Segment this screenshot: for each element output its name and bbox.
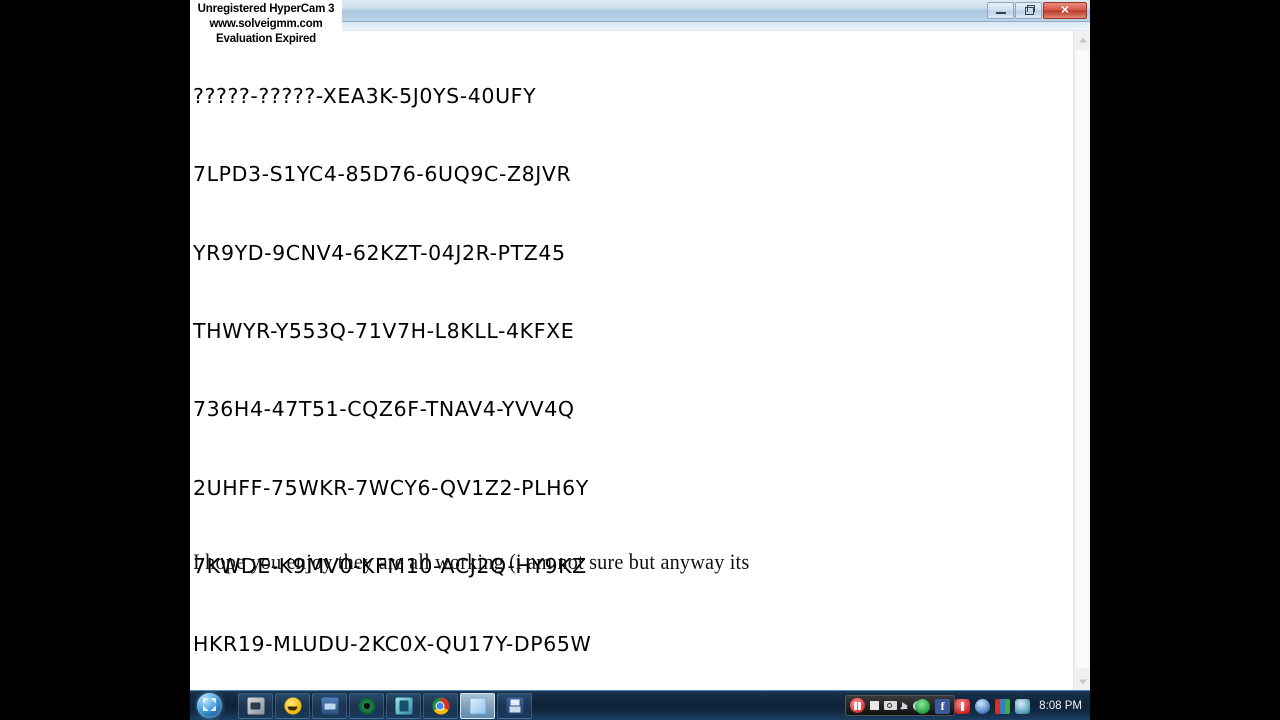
restore-button[interactable] — [1015, 2, 1042, 19]
watermark-line-3: Evaluation Expired — [216, 33, 316, 45]
pause-recording-button[interactable] — [850, 698, 865, 713]
taskbar-item-save-app[interactable] — [497, 693, 532, 719]
blue-window-icon — [321, 697, 338, 715]
product-key-list: ?????-?????-XEA3K-5J0YS-40UFY 7LPD3-S1YC… — [193, 31, 596, 690]
stop-recording-button[interactable] — [870, 701, 879, 710]
windows-orb-icon — [197, 693, 222, 718]
start-button[interactable] — [193, 690, 233, 720]
system-tray: f 8:08 PM — [900, 691, 1084, 720]
teal-tray-icon[interactable] — [1015, 698, 1031, 714]
chevron-down-icon — [1078, 679, 1087, 684]
minimize-icon — [996, 12, 1006, 14]
green-app-icon — [395, 697, 412, 715]
watermark-line-1: Unregistered HyperCam 3 — [197, 3, 335, 15]
document-text: ?????-?????-XEA3K-5J0YS-40UFY 7LPD3-S1YC… — [193, 31, 1061, 690]
antivirus-icon[interactable] — [955, 698, 971, 714]
key-line: 736H4-47T51-CQZ6F-TNAV4-YVV4Q — [193, 397, 575, 422]
taskbar-item-disc-app[interactable] — [349, 693, 384, 719]
taskbar-item-messenger[interactable] — [275, 693, 310, 719]
taskbar-item-media-player[interactable] — [238, 693, 273, 719]
messenger-tray-icon[interactable] — [975, 698, 991, 714]
recorded-desktop-area: ✕ ?????-?????-XEA3K-5J0YS-40UFY 7LPD3-S1… — [190, 0, 1090, 720]
vertical-scrollbar[interactable] — [1073, 31, 1090, 690]
chrome-icon — [432, 697, 449, 715]
key-line: ?????-?????-XEA3K-5J0YS-40UFY — [193, 84, 537, 109]
restore-icon-back — [1027, 5, 1035, 12]
taskbar-clock[interactable]: 8:08 PM — [1039, 700, 1082, 712]
taskbar-item-blue-app[interactable] — [312, 693, 347, 719]
key-line: THWYR-Y553Q-71V7H-L8KLL-4KFXE — [193, 319, 575, 344]
close-icon: ✕ — [1060, 4, 1070, 16]
shield-icon[interactable] — [915, 698, 931, 714]
text-editor-window: ✕ ?????-?????-XEA3K-5J0YS-40UFY 7LPD3-S1… — [190, 0, 1090, 690]
smiley-icon — [284, 697, 301, 715]
document-window-icon — [469, 697, 486, 715]
key-line: 2UHFF-75WKR-7WCY6-QV1Z2-PLH6Y — [193, 475, 589, 500]
document-client-area[interactable]: ?????-?????-XEA3K-5J0YS-40UFY 7LPD3-S1YC… — [190, 31, 1090, 690]
scroll-down-button[interactable] — [1074, 673, 1090, 690]
window-controls: ✕ — [987, 2, 1087, 19]
chevron-up-icon — [1078, 37, 1087, 42]
key-line: YR9YD-9CNV4-62KZT-04J2R-PTZ45 — [193, 240, 566, 265]
closing-paragraph: I hope you enjoy they are all working (i… — [193, 549, 750, 574]
taskbar-buttons — [238, 693, 532, 719]
capture-icon[interactable] — [884, 701, 897, 710]
key-line: HKR19-MLUDU-2KC0X-QU17Y-DP65W — [193, 632, 592, 657]
floppy-icon — [506, 697, 523, 715]
hypercam-watermark: Unregistered HyperCam 3 www.solveigmm.co… — [190, 0, 342, 48]
minimize-button[interactable] — [987, 2, 1014, 19]
screen-root: ✕ ?????-?????-XEA3K-5J0YS-40UFY 7LPD3-S1… — [0, 0, 1280, 720]
windows-taskbar: f 8:08 PM — [190, 690, 1090, 720]
taskbar-item-chrome[interactable] — [423, 693, 458, 719]
taskbar-item-teal-app[interactable] — [386, 693, 421, 719]
show-hidden-icons-button[interactable] — [900, 703, 909, 709]
taskbar-item-active-document[interactable] — [460, 693, 495, 719]
disc-icon — [358, 697, 375, 715]
watermark-line-2: www.solveigmm.com — [209, 18, 323, 30]
close-button[interactable]: ✕ — [1043, 2, 1087, 19]
scrollbar-thumb[interactable] — [1075, 49, 1090, 669]
color-app-icon[interactable] — [995, 698, 1011, 714]
scroll-up-button[interactable] — [1074, 31, 1090, 48]
media-icon — [247, 697, 264, 715]
facebook-icon[interactable]: f — [935, 698, 951, 714]
key-line: 7LPD3-S1YC4-85D76-6UQ9C-Z8JVR — [193, 162, 572, 187]
